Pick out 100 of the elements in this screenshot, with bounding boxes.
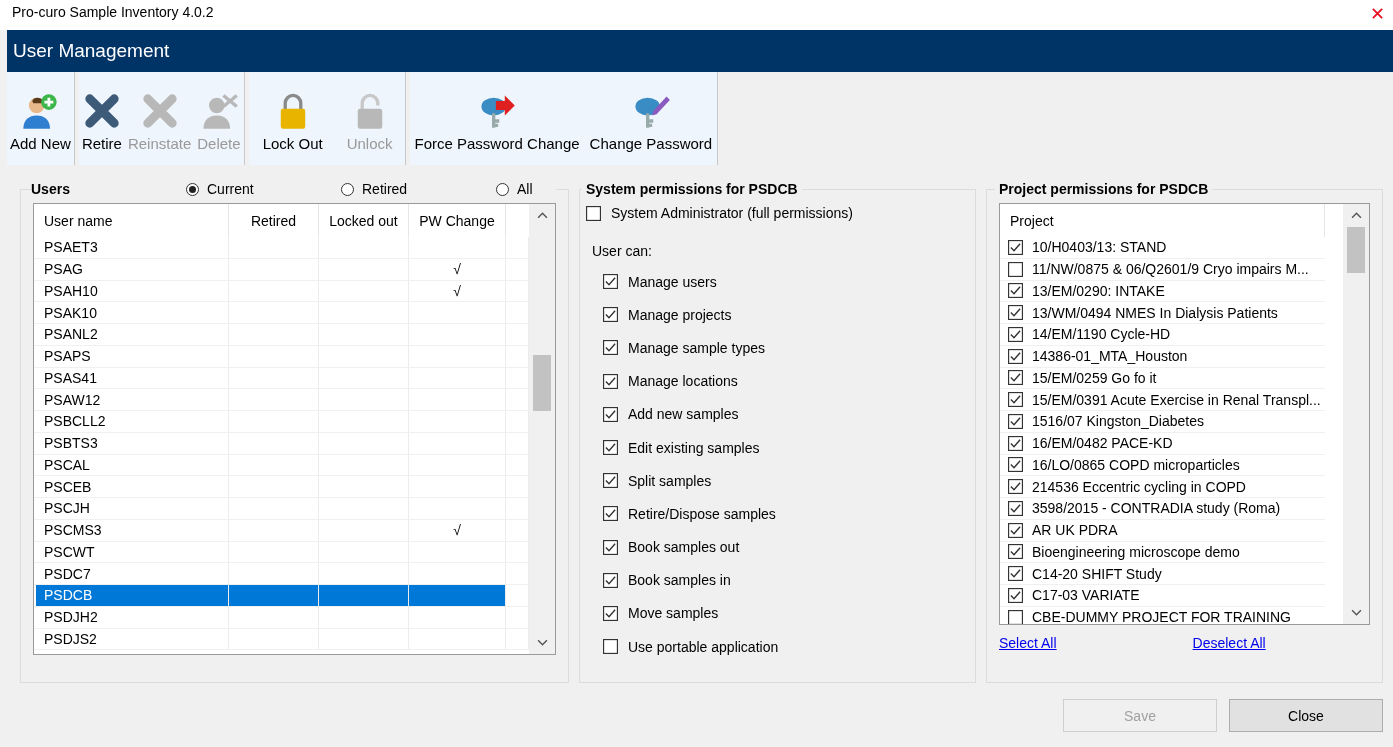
checkbox[interactable] bbox=[1008, 261, 1023, 277]
checkbox[interactable] bbox=[603, 605, 618, 621]
checkbox[interactable] bbox=[603, 539, 618, 555]
table-row[interactable]: PSCEB bbox=[34, 476, 529, 498]
table-row[interactable]: PSAPS bbox=[34, 345, 529, 368]
link[interactable]: Deselect All bbox=[1192, 635, 1266, 651]
checkbox[interactable] bbox=[603, 274, 618, 290]
checkbox-label[interactable]: Manage users bbox=[628, 273, 717, 290]
checkbox[interactable] bbox=[1008, 587, 1023, 603]
column-header[interactable]: User name bbox=[34, 204, 229, 237]
checkbox[interactable] bbox=[603, 373, 618, 389]
checkbox[interactable] bbox=[603, 340, 618, 356]
checkbox[interactable] bbox=[1008, 413, 1023, 429]
checkbox-label[interactable]: Retire/Dispose samples bbox=[628, 505, 776, 522]
scroll-up-icon[interactable] bbox=[536, 212, 548, 219]
checkbox[interactable] bbox=[1008, 283, 1023, 299]
checkbox[interactable] bbox=[1008, 522, 1023, 538]
table-row[interactable]: PSAS41 bbox=[34, 367, 529, 390]
table-row[interactable]: PSAG √ bbox=[34, 258, 529, 281]
scrollbar[interactable] bbox=[1343, 204, 1369, 624]
table-row[interactable]: PSBTS3 bbox=[34, 432, 529, 455]
table-cell: PSBCLL2 bbox=[34, 411, 229, 432]
table-cell: 16/LO/0865 COPD microparticles bbox=[1032, 456, 1240, 473]
table-row[interactable]: PSAW12 bbox=[34, 389, 529, 411]
column-header[interactable]: Project bbox=[1000, 204, 1325, 237]
checkbox[interactable] bbox=[603, 572, 618, 588]
section-label: User can: bbox=[592, 243, 653, 259]
table-row[interactable]: PSAK10 bbox=[34, 302, 529, 324]
table-cell: 10/H0403/13: STAND bbox=[1032, 239, 1167, 256]
table-row[interactable]: PSCMS3 √ bbox=[34, 519, 529, 542]
link[interactable]: Select All bbox=[999, 635, 1057, 651]
header-title: User Management bbox=[13, 40, 170, 62]
checkbox[interactable] bbox=[1008, 566, 1023, 582]
table-cell: PSCJH bbox=[34, 498, 229, 519]
checkbox-label[interactable]: Book samples out bbox=[628, 539, 740, 556]
checkbox-label[interactable]: Edit existing samples bbox=[628, 439, 760, 456]
checkbox-label[interactable]: Manage locations bbox=[628, 373, 738, 390]
checkbox[interactable] bbox=[1008, 239, 1023, 255]
table-row[interactable]: PSDJS2 bbox=[34, 628, 529, 651]
column-header[interactable]: PW Change bbox=[409, 204, 506, 237]
scrollbar-thumb[interactable] bbox=[1347, 227, 1365, 273]
table-row[interactable]: PSCAL bbox=[34, 454, 529, 477]
table-row[interactable]: PSDJH2 bbox=[34, 606, 529, 629]
checkbox[interactable] bbox=[586, 205, 601, 221]
table-row[interactable]: PSCWT bbox=[34, 541, 529, 564]
checkbox[interactable] bbox=[603, 406, 618, 422]
checkbox[interactable] bbox=[1008, 392, 1023, 408]
checkbox-label[interactable]: Book samples in bbox=[628, 572, 731, 589]
table-cell: PSAET3 bbox=[34, 237, 229, 258]
checkbox-label[interactable]: Split samples bbox=[628, 472, 712, 489]
table-cell: AR UK PDRA bbox=[1032, 522, 1118, 539]
table-row[interactable]: PSAH10 √ bbox=[34, 280, 529, 303]
checkbox[interactable] bbox=[1008, 479, 1023, 495]
checkbox[interactable] bbox=[603, 473, 618, 489]
close-icon[interactable] bbox=[1372, 7, 1383, 19]
checkbox[interactable] bbox=[603, 506, 618, 522]
toolbar-button[interactable]: Change Password bbox=[584, 72, 718, 165]
checkbox-label[interactable]: Manage sample types bbox=[628, 339, 765, 356]
radio-button[interactable]: All bbox=[496, 181, 533, 197]
radio-button[interactable]: Current bbox=[186, 181, 341, 197]
checkbox[interactable] bbox=[1008, 305, 1023, 321]
column-header[interactable]: Locked out bbox=[319, 204, 409, 237]
checkbox[interactable] bbox=[1008, 348, 1023, 364]
checkbox[interactable] bbox=[1008, 544, 1023, 560]
checkbox[interactable] bbox=[1008, 435, 1023, 451]
checkbox[interactable] bbox=[603, 639, 618, 655]
checkbox-label[interactable]: Move samples bbox=[628, 605, 719, 622]
checkbox[interactable] bbox=[1008, 326, 1023, 342]
toolbar-button[interactable]: Add New bbox=[7, 72, 74, 165]
checkbox-label[interactable]: System Administrator (full permissions) bbox=[611, 205, 853, 221]
checkbox-label[interactable]: Manage projects bbox=[628, 306, 732, 323]
scroll-down-icon[interactable] bbox=[1350, 609, 1362, 616]
toolbar-button[interactable]: Lock Out bbox=[248, 72, 335, 165]
column-header[interactable]: Retired bbox=[229, 204, 319, 237]
toolbar-button[interactable]: Retire bbox=[78, 72, 125, 165]
checkbox-label[interactable]: Add new samples bbox=[628, 406, 739, 423]
checkbox[interactable] bbox=[1008, 609, 1023, 624]
table-row[interactable]: PSCJH bbox=[34, 498, 529, 520]
checkbox[interactable] bbox=[603, 440, 618, 456]
check-mark: √ bbox=[409, 519, 506, 541]
toolbar-button[interactable]: Force Password Change bbox=[409, 72, 585, 165]
button[interactable]: Close bbox=[1229, 699, 1383, 732]
checkbox-label[interactable]: Use portable application bbox=[628, 638, 779, 655]
scrollbar-thumb[interactable] bbox=[533, 355, 551, 411]
scroll-up-icon[interactable] bbox=[1350, 212, 1362, 219]
table-row[interactable]: PSDCB bbox=[34, 585, 529, 607]
table-row[interactable]: PSANL2 bbox=[34, 324, 529, 346]
table-cell: PSDC7 bbox=[34, 563, 229, 584]
table-row[interactable]: PSBCLL2 bbox=[34, 411, 529, 433]
checkbox[interactable] bbox=[1008, 370, 1023, 386]
scrollbar[interactable] bbox=[529, 204, 555, 654]
table-cell: PSCWT bbox=[34, 541, 229, 563]
table-row[interactable]: PSAET3 bbox=[34, 237, 529, 259]
scroll-down-icon[interactable] bbox=[536, 639, 548, 646]
checkbox[interactable] bbox=[1008, 457, 1023, 473]
radio-button[interactable]: Retired bbox=[341, 181, 496, 197]
table-cell: PSAH10 bbox=[34, 280, 229, 302]
checkbox[interactable] bbox=[1008, 500, 1023, 516]
table-cell: PSCEB bbox=[34, 476, 229, 497]
checkbox[interactable] bbox=[603, 307, 618, 323]
